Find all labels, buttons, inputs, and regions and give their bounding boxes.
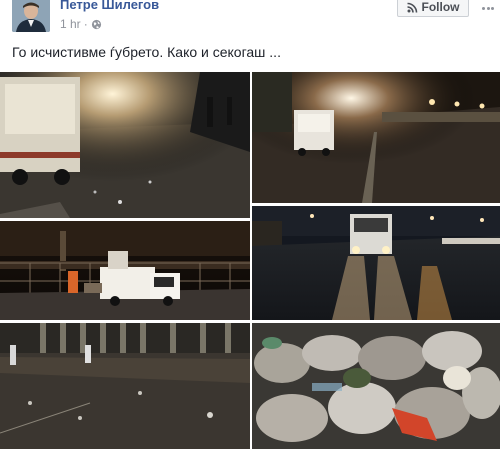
post-timestamp[interactable]: 1 hr <box>60 17 81 31</box>
photo-street-trash[interactable] <box>0 323 250 449</box>
avatar[interactable] <box>12 0 50 32</box>
photo-truck-loading[interactable] <box>0 221 250 320</box>
photo-boulevard-night[interactable] <box>252 72 500 203</box>
photo-street-truck[interactable] <box>0 72 250 218</box>
globe-icon <box>91 19 101 30</box>
rss-icon <box>406 2 417 13</box>
post-text: Го исчистивме ѓубрето. Како и секогаш ..… <box>12 44 281 60</box>
follow-label: Follow <box>421 0 460 14</box>
follow-button[interactable]: Follow <box>397 0 469 17</box>
meta-separator: · <box>83 17 88 31</box>
more-dots-icon[interactable] <box>482 2 494 14</box>
post-meta: 1 hr · <box>60 17 102 31</box>
photo-garbage-closeup[interactable] <box>252 323 500 449</box>
author-name[interactable]: Петре Шилегов <box>60 0 159 12</box>
photo-wet-road-truck[interactable] <box>252 206 500 320</box>
post-header: Петре Шилегов 1 hr · Follow <box>0 0 500 36</box>
